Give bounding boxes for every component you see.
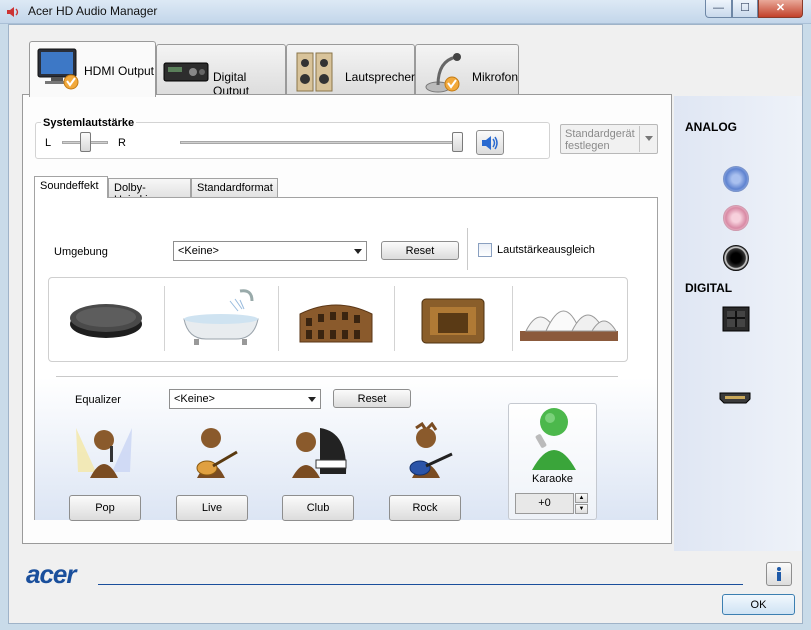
acer-logo: acer — [26, 559, 76, 589]
pop-singer-icon — [76, 428, 132, 478]
environment-value: <Keine> — [178, 245, 219, 257]
subtab-dolby-heimkino[interactable]: Dolby-Heimkino — [108, 178, 191, 206]
tab-label: Mikrofon — [472, 70, 519, 84]
balance-right-label: R — [118, 137, 126, 149]
maximize-button[interactable]: ☐ — [732, 0, 758, 18]
balance-slider-thumb[interactable] — [80, 132, 91, 152]
karaoke-label: Karaoke — [532, 473, 573, 485]
divider — [56, 376, 618, 377]
divider — [394, 286, 395, 351]
speaker-volume-icon — [482, 135, 498, 150]
equalizer-select[interactable]: <Keine> — [169, 389, 321, 409]
volume-slider-track[interactable] — [180, 141, 463, 144]
preset-pop-button[interactable]: Pop — [69, 495, 141, 521]
tab-digital-output[interactable]: Digital Output — [156, 44, 286, 98]
speaker-icon — [296, 52, 333, 92]
environment-reset-button[interactable]: Reset — [381, 241, 459, 260]
loudness-checkbox[interactable] — [478, 243, 492, 257]
reset-label: Reset — [357, 392, 387, 405]
subtab-label: Standardformat — [197, 182, 273, 194]
bathroom-environment-icon[interactable] — [180, 287, 262, 349]
equalizer-label: Equalizer — [75, 394, 121, 406]
digital-label: DIGITAL — [685, 281, 733, 295]
ok-button[interactable]: OK — [722, 594, 795, 615]
spdif-port-icon[interactable] — [722, 306, 750, 332]
karaoke-increase-button[interactable]: ▲ — [575, 493, 588, 503]
loudness-label: Lautstärkeausgleich — [497, 244, 595, 256]
chevron-down-icon — [354, 249, 362, 254]
preset-live-button[interactable]: Live — [176, 495, 248, 521]
live-guitarist-icon — [196, 428, 238, 478]
preset-label: Rock — [412, 502, 438, 514]
footer-line — [98, 584, 743, 585]
preset-label: Live — [201, 502, 223, 514]
karaoke-singer-icon — [532, 408, 576, 470]
microphone-icon — [425, 53, 461, 93]
opera-house-environment-icon[interactable] — [516, 285, 622, 351]
arena-environment-icon[interactable] — [296, 292, 376, 346]
close-button[interactable]: ✕ — [758, 0, 803, 18]
preset-rock-button[interactable]: Rock — [389, 495, 461, 521]
connector-panel: ANALOG DIGITAL — [674, 96, 802, 551]
subtab-soundeffekt[interactable]: Soundeffekt — [34, 176, 108, 198]
tab-label: Lautsprecher — [345, 70, 416, 84]
karaoke-value-field[interactable]: +0 — [515, 493, 574, 514]
ok-label: OK — [750, 598, 767, 611]
default-device-label: Standardgerät festlegen — [565, 128, 635, 152]
speaker-app-icon — [7, 7, 19, 17]
window-title: Acer HD Audio Manager — [28, 4, 158, 18]
info-button[interactable] — [766, 562, 792, 586]
karaoke-value: +0 — [538, 497, 551, 509]
default-device-button[interactable]: Standardgerät festlegen — [560, 124, 658, 154]
chevron-down-icon — [308, 397, 316, 402]
analog-jack-pink[interactable] — [723, 205, 749, 231]
system-volume-title: Systemlautstärke — [41, 117, 137, 129]
analog-jack-black[interactable] — [723, 245, 749, 271]
preset-label: Club — [306, 502, 330, 514]
preset-club-button[interactable]: Club — [282, 495, 354, 521]
stone-room-environment-icon[interactable] — [418, 293, 488, 349]
tab-label: HDMI Output — [84, 64, 155, 78]
receiver-icon — [163, 62, 209, 82]
monitor-icon — [37, 48, 79, 90]
tab-lautsprecher[interactable]: Lautsprecher — [286, 44, 415, 96]
tab-mikrofon[interactable]: Mikrofon — [415, 44, 519, 96]
hdmi-port-icon[interactable] — [719, 392, 751, 404]
karaoke-decrease-button[interactable]: ▼ — [575, 504, 588, 514]
analog-label: ANALOG — [685, 120, 737, 134]
divider — [278, 286, 279, 351]
subtab-label: Soundeffekt — [40, 180, 99, 192]
club-pianist-icon — [292, 428, 347, 478]
environment-label: Umgebung — [54, 246, 108, 258]
chevron-down-icon — [645, 136, 653, 141]
volume-slider-thumb[interactable] — [452, 132, 463, 152]
subtab-standardformat[interactable]: Standardformat — [191, 178, 278, 197]
default-device-dropdown[interactable] — [639, 126, 657, 152]
minimize-button[interactable]: — — [705, 0, 732, 18]
preset-label: Pop — [95, 502, 115, 514]
reset-label: Reset — [405, 244, 435, 257]
tab-hdmi-output[interactable]: HDMI Output — [29, 41, 156, 97]
environment-select[interactable]: <Keine> — [173, 241, 367, 261]
analog-jack-blue[interactable] — [723, 166, 749, 192]
equalizer-value: <Keine> — [174, 393, 215, 405]
rock-guitarist-icon — [409, 422, 453, 478]
balance-left-label: L — [45, 137, 52, 149]
mute-button[interactable] — [476, 130, 504, 155]
divider — [512, 286, 513, 351]
divider — [164, 286, 165, 351]
padded-cell-environment-icon[interactable] — [66, 292, 146, 342]
title-bar: Acer HD Audio Manager — ☐ ✕ — [0, 0, 811, 24]
info-icon — [777, 567, 781, 581]
equalizer-reset-button[interactable]: Reset — [333, 389, 411, 408]
divider — [467, 228, 468, 270]
